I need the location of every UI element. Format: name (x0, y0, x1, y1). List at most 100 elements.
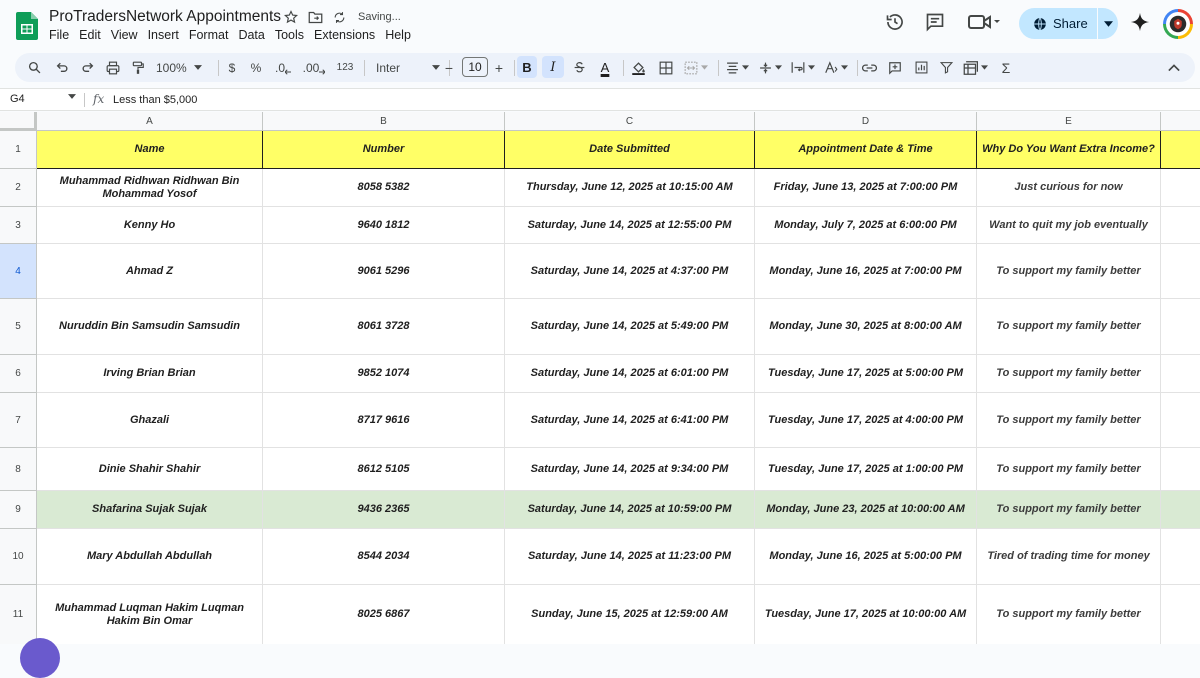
reason-cell[interactable]: To support my family better (977, 244, 1161, 299)
number-cell[interactable]: 8612 5105 (263, 448, 505, 491)
date-submitted-cell[interactable]: Saturday, June 14, 2025 at 9:34:00 PM (505, 448, 755, 491)
empty-cell[interactable] (1161, 491, 1200, 529)
row-header[interactable]: 1 (0, 131, 37, 169)
appointment-cell[interactable]: Friday, June 13, 2025 at 7:00:00 PM (755, 169, 977, 207)
date-submitted-cell[interactable]: Saturday, June 14, 2025 at 11:23:00 PM (505, 529, 755, 585)
row-header[interactable]: 8 (0, 448, 37, 491)
header-cell-name[interactable]: Name (37, 131, 263, 169)
text-color-button[interactable]: A (596, 53, 614, 82)
name-cell[interactable]: Irving Brian Brian (37, 355, 263, 393)
date-submitted-cell[interactable]: Saturday, June 14, 2025 at 6:41:00 PM (505, 393, 755, 448)
insert-comment-icon[interactable] (886, 53, 904, 82)
name-cell[interactable]: Dinie Shahir Shahir (37, 448, 263, 491)
column-header-a[interactable]: A (37, 112, 263, 131)
reason-cell[interactable]: To support my family better (977, 585, 1161, 644)
fill-color-icon[interactable] (629, 53, 647, 82)
name-cell[interactable]: Ahmad Z (37, 244, 263, 299)
row-header[interactable]: 2 (0, 169, 37, 207)
appointment-cell[interactable]: Monday, June 16, 2025 at 7:00:00 PM (755, 244, 977, 299)
text-rotation-icon[interactable] (822, 53, 850, 82)
column-header-c[interactable]: C (505, 112, 755, 131)
reason-cell[interactable]: Tired of trading time for money (977, 529, 1161, 585)
zoom-select[interactable]: 100% (156, 53, 202, 82)
filter-views-icon[interactable] (961, 53, 989, 82)
reason-cell[interactable]: Just curious for now (977, 169, 1161, 207)
number-cell[interactable]: 8544 2034 (263, 529, 505, 585)
number-cell[interactable]: 9640 1812 (263, 207, 505, 244)
decrease-font-size-button[interactable]: − (442, 53, 456, 82)
share-main-button[interactable]: Share (1019, 8, 1097, 39)
name-cell[interactable]: Mary Abdullah Abdullah (37, 529, 263, 585)
header-cell-date-submitted[interactable]: Date Submitted (505, 131, 755, 169)
comments-icon[interactable] (925, 12, 945, 32)
header-cell-number[interactable]: Number (263, 131, 505, 169)
caret-down-icon[interactable] (68, 94, 76, 99)
paint-format-icon[interactable] (129, 53, 147, 82)
increase-font-size-button[interactable]: + (492, 53, 506, 82)
number-cell[interactable]: 8717 9616 (263, 393, 505, 448)
increase-decimal-button[interactable]: .00 (300, 53, 328, 82)
name-cell[interactable]: Ghazali (37, 393, 263, 448)
number-cell[interactable]: 9852 1074 (263, 355, 505, 393)
redo-icon[interactable] (78, 53, 96, 82)
name-cell[interactable]: Muhammad Ridhwan Ridhwan Bin Mohammad Yo… (37, 169, 263, 207)
empty-cell[interactable] (1161, 244, 1200, 299)
menu-help[interactable]: Help (385, 28, 411, 42)
appointment-cell[interactable]: Tuesday, June 17, 2025 at 5:00:00 PM (755, 355, 977, 393)
name-cell[interactable]: Nuruddin Bin Samsudin Samsudin (37, 299, 263, 355)
row-header[interactable]: 10 (0, 529, 37, 585)
appointment-cell[interactable]: Tuesday, June 17, 2025 at 4:00:00 PM (755, 393, 977, 448)
font-size-input[interactable]: 10 (462, 57, 488, 77)
empty-cell[interactable] (1161, 299, 1200, 355)
insert-link-icon[interactable] (860, 53, 878, 82)
row-header[interactable]: 7 (0, 393, 37, 448)
reason-cell[interactable]: To support my family better (977, 491, 1161, 529)
date-submitted-cell[interactable]: Sunday, June 15, 2025 at 12:59:00 AM (505, 585, 755, 644)
empty-cell[interactable] (1161, 355, 1200, 393)
bold-button[interactable]: B (517, 56, 537, 78)
menu-file[interactable]: File (49, 28, 69, 42)
horizontal-align-icon[interactable] (723, 53, 751, 82)
currency-format-button[interactable]: $ (226, 53, 238, 82)
borders-icon[interactable] (657, 53, 675, 82)
appointment-cell[interactable]: Tuesday, June 17, 2025 at 10:00:00 AM (755, 585, 977, 644)
number-cell[interactable]: 8025 6867 (263, 585, 505, 644)
undo-icon[interactable] (53, 53, 71, 82)
date-submitted-cell[interactable]: Saturday, June 14, 2025 at 12:55:00 PM (505, 207, 755, 244)
header-cell-f[interactable] (1161, 131, 1200, 169)
row-header[interactable]: 4 (0, 244, 37, 299)
reason-cell[interactable]: To support my family better (977, 448, 1161, 491)
reason-cell[interactable]: To support my family better (977, 393, 1161, 448)
reason-cell[interactable]: To support my family better (977, 299, 1161, 355)
appointment-cell[interactable]: Monday, June 16, 2025 at 5:00:00 PM (755, 529, 977, 585)
date-submitted-cell[interactable]: Thursday, June 12, 2025 at 10:15:00 AM (505, 169, 755, 207)
row-header[interactable]: 6 (0, 355, 37, 393)
date-submitted-cell[interactable]: Saturday, June 14, 2025 at 6:01:00 PM (505, 355, 755, 393)
account-avatar[interactable] (1163, 9, 1193, 39)
menu-data[interactable]: Data (238, 28, 264, 42)
insert-chart-icon[interactable] (912, 53, 930, 82)
column-header-f[interactable] (1161, 112, 1200, 131)
row-header[interactable]: 3 (0, 207, 37, 244)
formula-input[interactable]: Less than $5,000 (113, 94, 197, 106)
search-menus-icon[interactable] (25, 53, 43, 82)
print-icon[interactable] (104, 53, 122, 82)
version-history-icon[interactable] (885, 12, 905, 32)
collapse-toolbar-icon[interactable] (1165, 53, 1183, 82)
reason-cell[interactable]: To support my family better (977, 355, 1161, 393)
name-cell[interactable]: Shafarina Sujak Sujak (37, 491, 263, 529)
star-icon[interactable] (284, 10, 298, 24)
functions-sigma-icon[interactable]: Σ (997, 53, 1015, 82)
date-submitted-cell[interactable]: Saturday, June 14, 2025 at 5:49:00 PM (505, 299, 755, 355)
assistant-fab-button[interactable] (20, 638, 60, 678)
empty-cell[interactable] (1161, 529, 1200, 585)
empty-cell[interactable] (1161, 393, 1200, 448)
number-cell[interactable]: 8058 5382 (263, 169, 505, 207)
column-header-b[interactable]: B (263, 112, 505, 131)
share-button[interactable]: Share (1019, 8, 1118, 39)
appointment-cell[interactable]: Monday, June 23, 2025 at 10:00:00 AM (755, 491, 977, 529)
reason-cell[interactable]: Want to quit my job eventually (977, 207, 1161, 244)
appointment-cell[interactable]: Monday, June 30, 2025 at 8:00:00 AM (755, 299, 977, 355)
sheets-logo-icon[interactable] (16, 12, 38, 40)
empty-cell[interactable] (1161, 585, 1200, 644)
